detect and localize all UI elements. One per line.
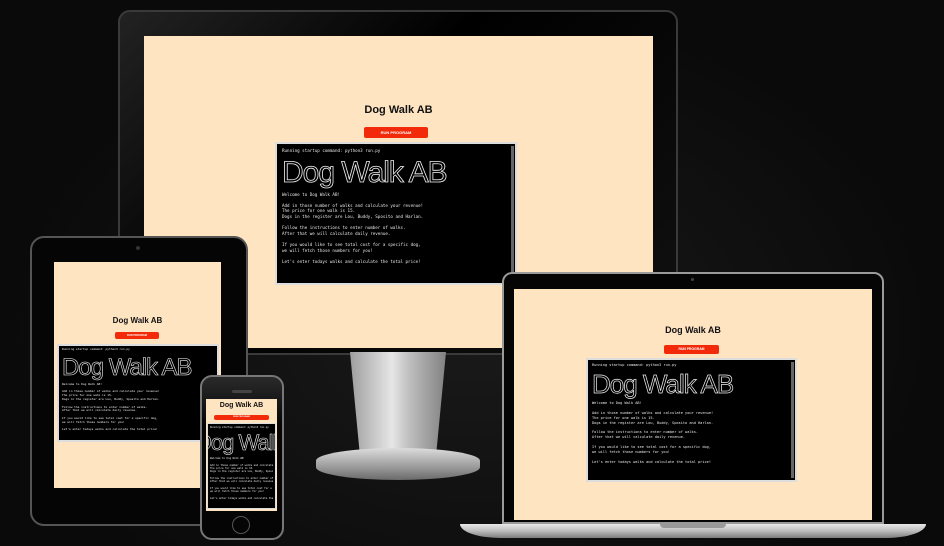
ascii-logo: Dog Walk AB xyxy=(592,368,735,400)
terminal-scrollbar[interactable] xyxy=(511,146,514,281)
tablet-screen: Dog Walk AB RUN PROGRAM Running startup … xyxy=(54,262,221,488)
terminal-line: After that we will calculate daily reven… xyxy=(210,480,273,484)
laptop-screen: Dog Walk AB RUN PROGRAM Running startup … xyxy=(514,289,872,520)
page-title: Dog Walk AB xyxy=(665,325,721,335)
terminal-window[interactable]: Running startup command: python3 run.py … xyxy=(57,344,219,442)
terminal-window[interactable]: Running startup command: python3 run.py … xyxy=(275,142,517,285)
terminal-line: we will fetch those numbers for you! xyxy=(210,490,265,494)
phone-home-button[interactable] xyxy=(232,516,250,534)
terminal-line: Let's enter todays walks and calculate t… xyxy=(210,496,273,500)
ascii-logo: Dog Walk AB xyxy=(208,430,275,456)
run-program-button[interactable]: RUN PROGRAM xyxy=(364,127,428,138)
phone-speaker xyxy=(232,390,252,393)
ascii-logo: Dog Walk AB xyxy=(282,155,448,189)
terminal-scrollbar[interactable] xyxy=(791,362,794,478)
terminal-line: Dogs in the register are Lou, Buddy, Spo… xyxy=(210,470,273,474)
page-title: Dog Walk AB xyxy=(112,316,163,325)
laptop-hinge-notch xyxy=(660,524,726,528)
page-title: Dog Walk AB xyxy=(364,104,433,116)
laptop-camera xyxy=(691,278,694,281)
monitor-stand-neck xyxy=(350,352,446,452)
ascii-logo: Dog Walk AB xyxy=(62,353,193,381)
terminal-line: Let's enter todays walks and calculate t… xyxy=(592,459,711,464)
device-mockup-stage: Dog Walk AB RUN PROGRAM Running startup … xyxy=(0,0,944,546)
terminal-line: Let's enter todays walks and calculate t… xyxy=(282,258,421,264)
terminal-window[interactable]: Running startup command: python3 run.py … xyxy=(207,423,276,509)
phone-screen: Dog Walk AB RUN PROGRAM Running startup … xyxy=(206,399,277,511)
terminal-line: Let's enter todays walks and calculate t… xyxy=(62,428,158,432)
page-title: Dog Walk AB xyxy=(219,402,264,409)
terminal-window[interactable]: Running startup command: python3 run.py … xyxy=(586,358,797,482)
run-program-button[interactable]: RUN PROGRAM xyxy=(664,345,719,354)
monitor-stand-base xyxy=(316,448,480,480)
tablet-camera xyxy=(136,246,140,250)
run-program-button[interactable]: RUN PROGRAM xyxy=(214,415,269,420)
run-program-button[interactable]: RUN PROGRAM xyxy=(115,332,159,339)
